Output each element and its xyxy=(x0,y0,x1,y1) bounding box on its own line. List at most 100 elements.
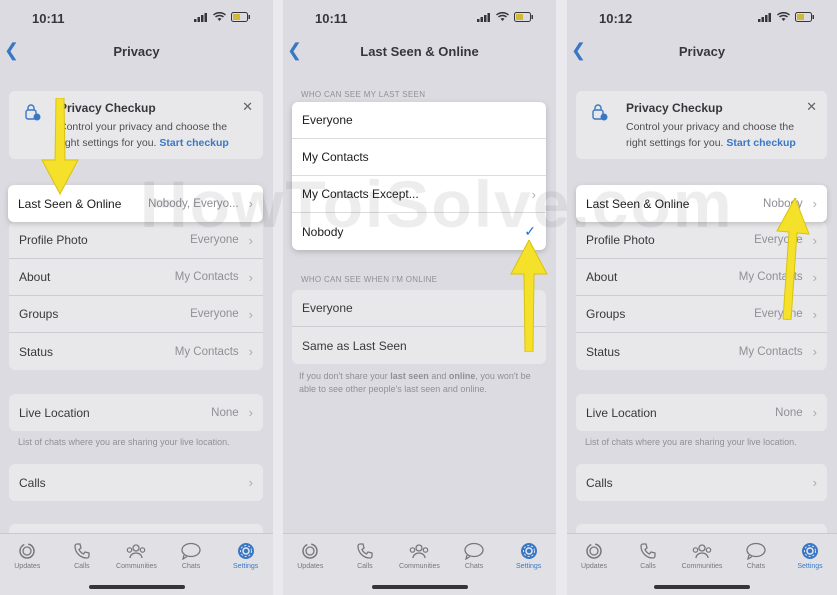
privacy-screen-before: 10:11 ❮ Privacy Privacy Checkup Control … xyxy=(0,0,273,595)
chevron-right-icon: › xyxy=(812,196,817,211)
tab-settings[interactable]: Settings xyxy=(505,542,553,595)
communities-icon xyxy=(410,544,429,559)
chevron-right-icon: › xyxy=(812,475,817,490)
option-nobody[interactable]: Nobody ✓ xyxy=(292,213,546,250)
updates-icon xyxy=(586,543,602,559)
settings-icon xyxy=(237,543,254,559)
checkmark-icon: ✓ xyxy=(524,223,536,239)
option-my-contacts-except[interactable]: My Contacts Except... › xyxy=(292,176,546,213)
row-profile-photo[interactable]: Profile Photo Everyone › xyxy=(9,222,263,259)
wifi-icon xyxy=(777,12,790,21)
settings-icon xyxy=(520,543,537,559)
status-time: 10:11 xyxy=(32,11,65,26)
tab-updates[interactable]: Updates xyxy=(570,542,618,595)
row-status[interactable]: Status My Contacts › xyxy=(9,333,263,370)
option-same-as-last-seen[interactable]: Same as Last Seen✓ xyxy=(292,327,546,364)
tab-updates[interactable]: Updates xyxy=(3,542,51,595)
signal-icon xyxy=(477,12,490,22)
settings-icon xyxy=(802,543,818,559)
tab-settings[interactable]: Settings xyxy=(786,542,834,595)
calls-group: Calls › xyxy=(9,464,263,501)
row-groups[interactable]: Groups Everyone › xyxy=(9,296,263,333)
home-indicator xyxy=(371,585,468,589)
signal-icon xyxy=(758,12,771,22)
page-title: Privacy xyxy=(113,44,160,59)
home-indicator xyxy=(654,585,750,589)
online-options-list: Everyone Same as Last Seen✓ xyxy=(292,290,546,364)
pointer-arrow-icon xyxy=(510,240,548,352)
row-about[interactable]: About My Contacts › xyxy=(9,259,263,296)
wifi-icon xyxy=(496,12,509,21)
tab-updates[interactable]: Updates xyxy=(286,542,334,595)
chevron-right-icon: › xyxy=(812,232,817,248)
checkup-title: Privacy Checkup xyxy=(626,101,723,115)
battery-icon xyxy=(231,12,250,22)
row-live-location[interactable]: Live Location None › xyxy=(576,394,827,431)
live-location-caption: List of chats where you are sharing your… xyxy=(585,437,797,447)
chevron-right-icon: › xyxy=(248,405,253,420)
last-seen-section-header: WHO CAN SEE MY LAST SEEN xyxy=(301,90,426,99)
phone-icon xyxy=(357,543,373,559)
checkup-description: Control your privacy and choose the righ… xyxy=(59,121,229,149)
status-bar: 10:11 xyxy=(0,0,273,36)
chevron-right-icon: › xyxy=(812,306,817,322)
status-time: 10:12 xyxy=(599,11,633,26)
option-everyone[interactable]: Everyone xyxy=(292,102,546,139)
online-footer-note: If you don't share your last seen and on… xyxy=(299,371,531,394)
updates-icon xyxy=(19,543,36,559)
signal-icon xyxy=(194,12,207,22)
page-title: Last Seen & Online xyxy=(360,44,479,59)
home-indicator xyxy=(88,585,185,589)
privacy-settings-list: Profile Photo Everyone › About My Contacts ›… xyxy=(9,222,263,370)
page-title: Privacy xyxy=(678,44,726,59)
updates-icon xyxy=(302,543,319,559)
calls-group: Calls › xyxy=(576,464,827,501)
checkup-description: Control your privacy and choose the righ… xyxy=(626,121,796,149)
communities-icon xyxy=(127,544,146,559)
live-location-group: Live Location None › xyxy=(9,394,263,431)
chevron-right-icon: › xyxy=(248,269,253,285)
status-icons xyxy=(758,12,815,22)
close-icon[interactable]: ✕ xyxy=(242,99,253,115)
tab-settings[interactable]: Settings xyxy=(222,542,270,595)
phone-icon xyxy=(640,543,656,559)
status-icons xyxy=(194,12,251,22)
phone-icon xyxy=(74,543,90,559)
battery-icon xyxy=(795,12,814,22)
chevron-right-icon: › xyxy=(248,306,253,322)
option-online-everyone[interactable]: Everyone xyxy=(292,290,546,327)
lock-check-icon xyxy=(592,104,608,121)
pointer-arrow-icon xyxy=(41,98,79,196)
start-checkup-link[interactable]: Start checkup xyxy=(726,137,795,149)
status-bar: 10:12 xyxy=(567,0,837,36)
row-status[interactable]: Status My Contacts › xyxy=(576,333,827,370)
row-calls[interactable]: Calls › xyxy=(9,464,263,501)
chats-icon xyxy=(464,542,484,560)
communities-icon xyxy=(692,544,712,559)
last-seen-online-screen: 10:11 ❮ Last Seen & Online WHO CAN SEE M… xyxy=(283,0,556,595)
wifi-icon xyxy=(213,12,226,21)
online-section-header: WHO CAN SEE WHEN I'M ONLINE xyxy=(301,275,438,284)
chevron-right-icon: › xyxy=(248,475,253,490)
chevron-right-icon: › xyxy=(248,344,253,359)
live-location-group: Live Location None › xyxy=(576,394,827,431)
chevron-right-icon: › xyxy=(812,269,817,285)
chats-icon xyxy=(746,542,766,560)
status-bar: 10:11 xyxy=(283,0,556,36)
last-seen-options-list: Everyone My Contacts My Contacts Except.… xyxy=(292,102,546,250)
chevron-right-icon: › xyxy=(812,344,817,359)
chevron-right-icon: › xyxy=(248,232,253,248)
status-icons xyxy=(477,12,534,22)
row-live-location[interactable]: Live Location None › xyxy=(9,394,263,431)
chevron-right-icon: › xyxy=(812,405,817,420)
privacy-checkup-card[interactable]: Privacy Checkup Control your privacy and… xyxy=(576,91,827,159)
option-my-contacts[interactable]: My Contacts xyxy=(292,139,546,176)
chats-icon xyxy=(181,542,201,560)
close-icon[interactable]: ✕ xyxy=(806,99,817,115)
privacy-screen-after: 10:12 ❮ Privacy Privacy Checkup Control … xyxy=(567,0,837,595)
live-location-caption: List of chats where you are sharing your… xyxy=(18,437,230,447)
chevron-right-icon: › xyxy=(248,196,253,211)
start-checkup-link[interactable]: Start checkup xyxy=(159,137,228,149)
pointer-arrow-icon xyxy=(776,198,810,320)
row-calls[interactable]: Calls › xyxy=(576,464,827,501)
